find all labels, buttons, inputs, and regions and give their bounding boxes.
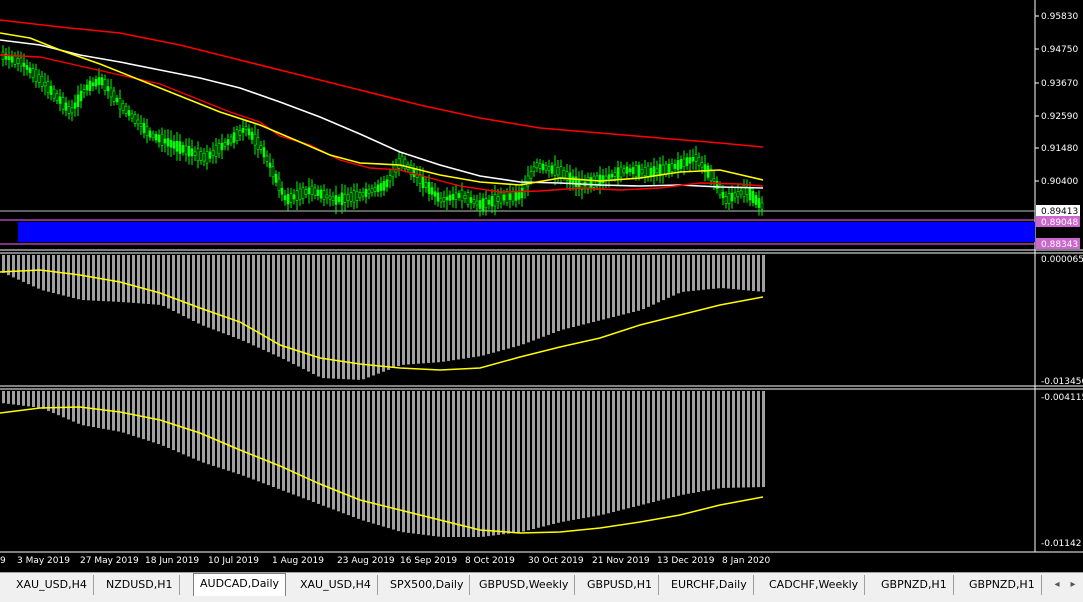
price-label: 0.90400 <box>1041 177 1078 187</box>
indicator2-top-label: -0.004115 <box>1041 393 1083 403</box>
time-label: 3 May 2019 <box>17 556 70 566</box>
tab-xau-usd-h4-2[interactable]: XAU_USD,H4 <box>294 575 378 595</box>
time-label: 10 Jul 2019 <box>208 556 259 566</box>
tab-spx500-daily[interactable]: SPX500,Daily <box>384 575 471 595</box>
tab-scroll-left-icon[interactable]: ◂ <box>1050 576 1064 594</box>
tab-gbpusd-h1[interactable]: GBPUSD,H1 <box>581 575 659 595</box>
time-label: 27 May 2019 <box>80 556 139 566</box>
time-label: 13 Dec 2019 <box>657 556 715 566</box>
time-label: 18 Jun 2019 <box>145 556 199 566</box>
tab-audcad-daily[interactable]: AUDCAD,Daily <box>193 573 287 596</box>
tab-scroll-right-icon[interactable]: ▸ <box>1066 576 1080 594</box>
time-label: 9 <box>0 556 6 566</box>
chart-area[interactable]: 0.95830 0.94750 0.93670 0.92590 0.91480 … <box>0 0 1083 572</box>
indicator1-bottom-label: -0.013456 <box>1041 377 1083 387</box>
time-label: 1 Aug 2019 <box>272 556 324 566</box>
level-lower-tag: 0.88343 <box>1041 240 1078 250</box>
chart-tab-bar: XAU_USD,H4 NZDUSD,H1 AUDCAD,Daily XAU_US… <box>0 572 1083 602</box>
indicator1-top-label: 0.000065 <box>1041 255 1083 265</box>
tab-gbpnzd-h1-2[interactable]: GBPNZD,H1 <box>963 575 1042 595</box>
tab-gbpusd-weekly[interactable]: GBPUSD,Weekly <box>473 575 576 595</box>
time-label: 8 Oct 2019 <box>465 556 515 566</box>
price-label: 0.94750 <box>1041 45 1078 55</box>
time-label: 30 Oct 2019 <box>528 556 584 566</box>
price-label: 0.95830 <box>1041 12 1078 22</box>
time-label: 21 Nov 2019 <box>592 556 650 566</box>
current-price-tag: 0.89413 <box>1041 207 1078 217</box>
price-label: 0.91480 <box>1041 144 1078 154</box>
level-upper-tag: 0.89048 <box>1041 218 1078 228</box>
time-label: 16 Sep 2019 <box>400 556 457 566</box>
tab-cadchf-weekly[interactable]: CADCHF,Weekly <box>763 575 866 595</box>
indicator2-bottom-label: -0.01142 <box>1041 539 1081 549</box>
tab-xau-usd-h4[interactable]: XAU_USD,H4 <box>10 575 94 595</box>
tab-nzdusd-h1[interactable]: NZDUSD,H1 <box>100 575 180 595</box>
time-label: 8 Jan 2020 <box>722 556 770 566</box>
support-zone <box>18 222 1035 242</box>
price-label: 0.92590 <box>1041 112 1078 122</box>
price-label: 0.93670 <box>1041 79 1078 89</box>
tab-gbpnzd-h1[interactable]: GBPNZD,H1 <box>875 575 954 595</box>
time-label: 23 Aug 2019 <box>337 556 395 566</box>
tab-eurchf-daily[interactable]: EURCHF,Daily <box>665 575 754 595</box>
